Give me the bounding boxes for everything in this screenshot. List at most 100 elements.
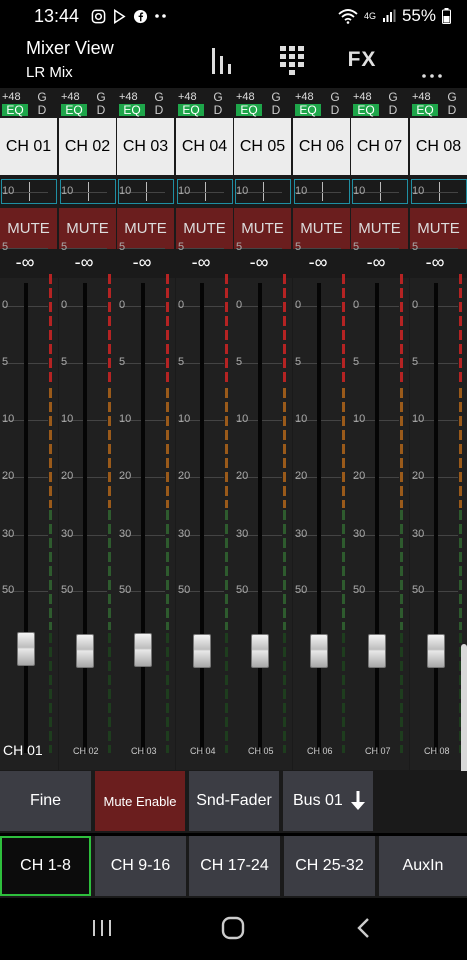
level-meter: [283, 274, 286, 384]
mute-button[interactable]: MUTE: [176, 208, 233, 249]
fader-knob[interactable]: [193, 634, 211, 668]
scale-label: 50: [412, 584, 425, 596]
scale-label: 5: [178, 356, 185, 368]
level-meter: [108, 388, 111, 508]
channel-name-button[interactable]: CH 05: [234, 118, 291, 175]
channel-flags[interactable]: +48 EQ G D: [293, 90, 350, 117]
gate-flag: G: [96, 90, 106, 104]
scale-label: 5: [119, 241, 126, 253]
channel-name-button[interactable]: CH 08: [410, 118, 467, 175]
fader-knob[interactable]: [368, 634, 386, 668]
scale-line: [353, 248, 399, 249]
grid-button[interactable]: [272, 40, 312, 80]
fader-knob[interactable]: [427, 634, 445, 668]
scale-label: 5: [236, 356, 243, 368]
mute-button[interactable]: MUTE: [0, 208, 57, 249]
channel-footer-label: CH 02: [73, 746, 99, 756]
fader-track: [83, 283, 87, 753]
meters-button[interactable]: [202, 40, 242, 80]
mute-button[interactable]: MUTE: [59, 208, 116, 249]
channel-strip: +48 EQ G D CH 08 MUTE -∞ 10 5 0 5 10 20 30 50 CH…: [410, 88, 467, 773]
level-readout: -∞: [191, 252, 211, 272]
scale-label: 30: [2, 528, 15, 540]
dyn-flag: D: [447, 103, 457, 117]
recent-apps-icon: [93, 920, 111, 936]
eq-flag: EQ: [295, 104, 321, 116]
channel-flags[interactable]: +48 EQ G D: [59, 90, 116, 117]
back-button[interactable]: [346, 912, 382, 944]
scale-label: 20: [178, 470, 191, 482]
fader-knob[interactable]: [251, 634, 269, 668]
level-meter: [459, 274, 462, 384]
mute-button[interactable]: MUTE: [117, 208, 174, 249]
fader-knob[interactable]: [310, 634, 328, 668]
channel-name-button[interactable]: CH 02: [59, 118, 116, 175]
channel-strip: +48 EQ G D CH 04 MUTE -∞ 10 5 0 5 10 20 30 50 CH…: [176, 88, 234, 773]
scale-label: 30: [178, 528, 191, 540]
fader[interactable]: 10 5 0 5 10 20 30 50 CH 05: [234, 185, 292, 770]
fader[interactable]: 10 5 0 5 10 20 30 50 CH 04: [176, 185, 234, 770]
fader-knob[interactable]: [76, 634, 94, 668]
scale-label: 5: [61, 356, 68, 368]
channel-footer-label: CH 05: [248, 746, 274, 756]
channel-flags[interactable]: +48 EQ G D: [176, 90, 233, 117]
level-readout: -∞: [15, 252, 35, 272]
bank-ch-1-8[interactable]: CH 1-8: [0, 836, 91, 896]
scale-label: 10: [2, 185, 15, 197]
scale-label: 20: [119, 470, 132, 482]
channel-flags[interactable]: +48 EQ G D: [117, 90, 174, 117]
channel-flags[interactable]: +48 EQ G D: [351, 90, 408, 117]
channel-name-button[interactable]: CH 03: [117, 118, 174, 175]
fader-knob[interactable]: [17, 632, 35, 666]
grid-icon: [280, 46, 304, 75]
fader[interactable]: 10 5 0 5 10 20 30 50 CH 03: [117, 185, 175, 770]
mix-name: LR Mix: [26, 64, 73, 81]
fader[interactable]: 10 5 0 5 10 20 30 50 CH 01: [0, 185, 58, 770]
scale-label: 20: [2, 470, 15, 482]
level-meter: [225, 633, 228, 753]
bank-ch-25-32[interactable]: CH 25-32: [284, 836, 375, 896]
fx-button[interactable]: FX: [342, 40, 382, 80]
fine-button[interactable]: Fine: [0, 771, 91, 831]
gate-flag: G: [154, 90, 164, 104]
mute-enable-button[interactable]: Mute Enable: [95, 771, 185, 831]
dyn-flag: D: [330, 103, 340, 117]
channel-name-button[interactable]: CH 06: [293, 118, 350, 175]
overflow-menu-button[interactable]: [412, 50, 452, 90]
recent-apps-button[interactable]: [84, 912, 120, 944]
level-meter: [283, 388, 286, 508]
channel-name-button[interactable]: CH 04: [176, 118, 233, 175]
channel-flags[interactable]: +48 EQ G D: [234, 90, 291, 117]
fader[interactable]: 10 5 0 5 10 20 30 50 CH 08: [410, 185, 467, 770]
scale-label: 0: [2, 299, 9, 311]
fader-knob[interactable]: [134, 633, 152, 667]
fader[interactable]: 10 5 0 5 10 20 30 50 CH 06: [293, 185, 351, 770]
scale-label: 50: [295, 584, 308, 596]
phantom-flag: +48: [412, 91, 431, 103]
more-dots-icon: [155, 14, 166, 18]
mute-button[interactable]: MUTE: [351, 208, 408, 249]
phantom-flag: +48: [353, 91, 372, 103]
gate-flag: G: [213, 90, 223, 104]
fader[interactable]: 10 5 0 5 10 20 30 50 CH 07: [351, 185, 409, 770]
bus-select-button[interactable]: Bus 01: [283, 771, 373, 831]
channel-flags[interactable]: +48 EQ G D: [0, 90, 57, 117]
level-meter: [108, 274, 111, 384]
mute-button[interactable]: MUTE: [410, 208, 467, 249]
channel-name-button[interactable]: CH 07: [351, 118, 408, 175]
channel-flags[interactable]: +48 EQ G D: [410, 90, 467, 117]
home-button[interactable]: [215, 912, 251, 944]
control-row: Fine Mute Enable Snd-Fader Bus 01: [0, 771, 467, 833]
bank-ch-17-24[interactable]: CH 17-24: [189, 836, 280, 896]
bank-ch-9-16[interactable]: CH 9-16: [95, 836, 186, 896]
dyn-flag: D: [37, 103, 47, 117]
bus-label: Bus 01: [293, 792, 343, 809]
snd-fader-button[interactable]: Snd-Fader: [189, 771, 279, 831]
mute-button[interactable]: MUTE: [234, 208, 291, 249]
bank-auxin[interactable]: AuxIn: [379, 836, 467, 896]
fader[interactable]: 10 5 0 5 10 20 30 50 CH 02: [59, 185, 117, 770]
mute-button[interactable]: MUTE: [293, 208, 350, 249]
fx-label: FX: [347, 48, 377, 71]
signal-icon: [382, 9, 396, 22]
channel-name-button[interactable]: CH 01: [0, 118, 57, 175]
